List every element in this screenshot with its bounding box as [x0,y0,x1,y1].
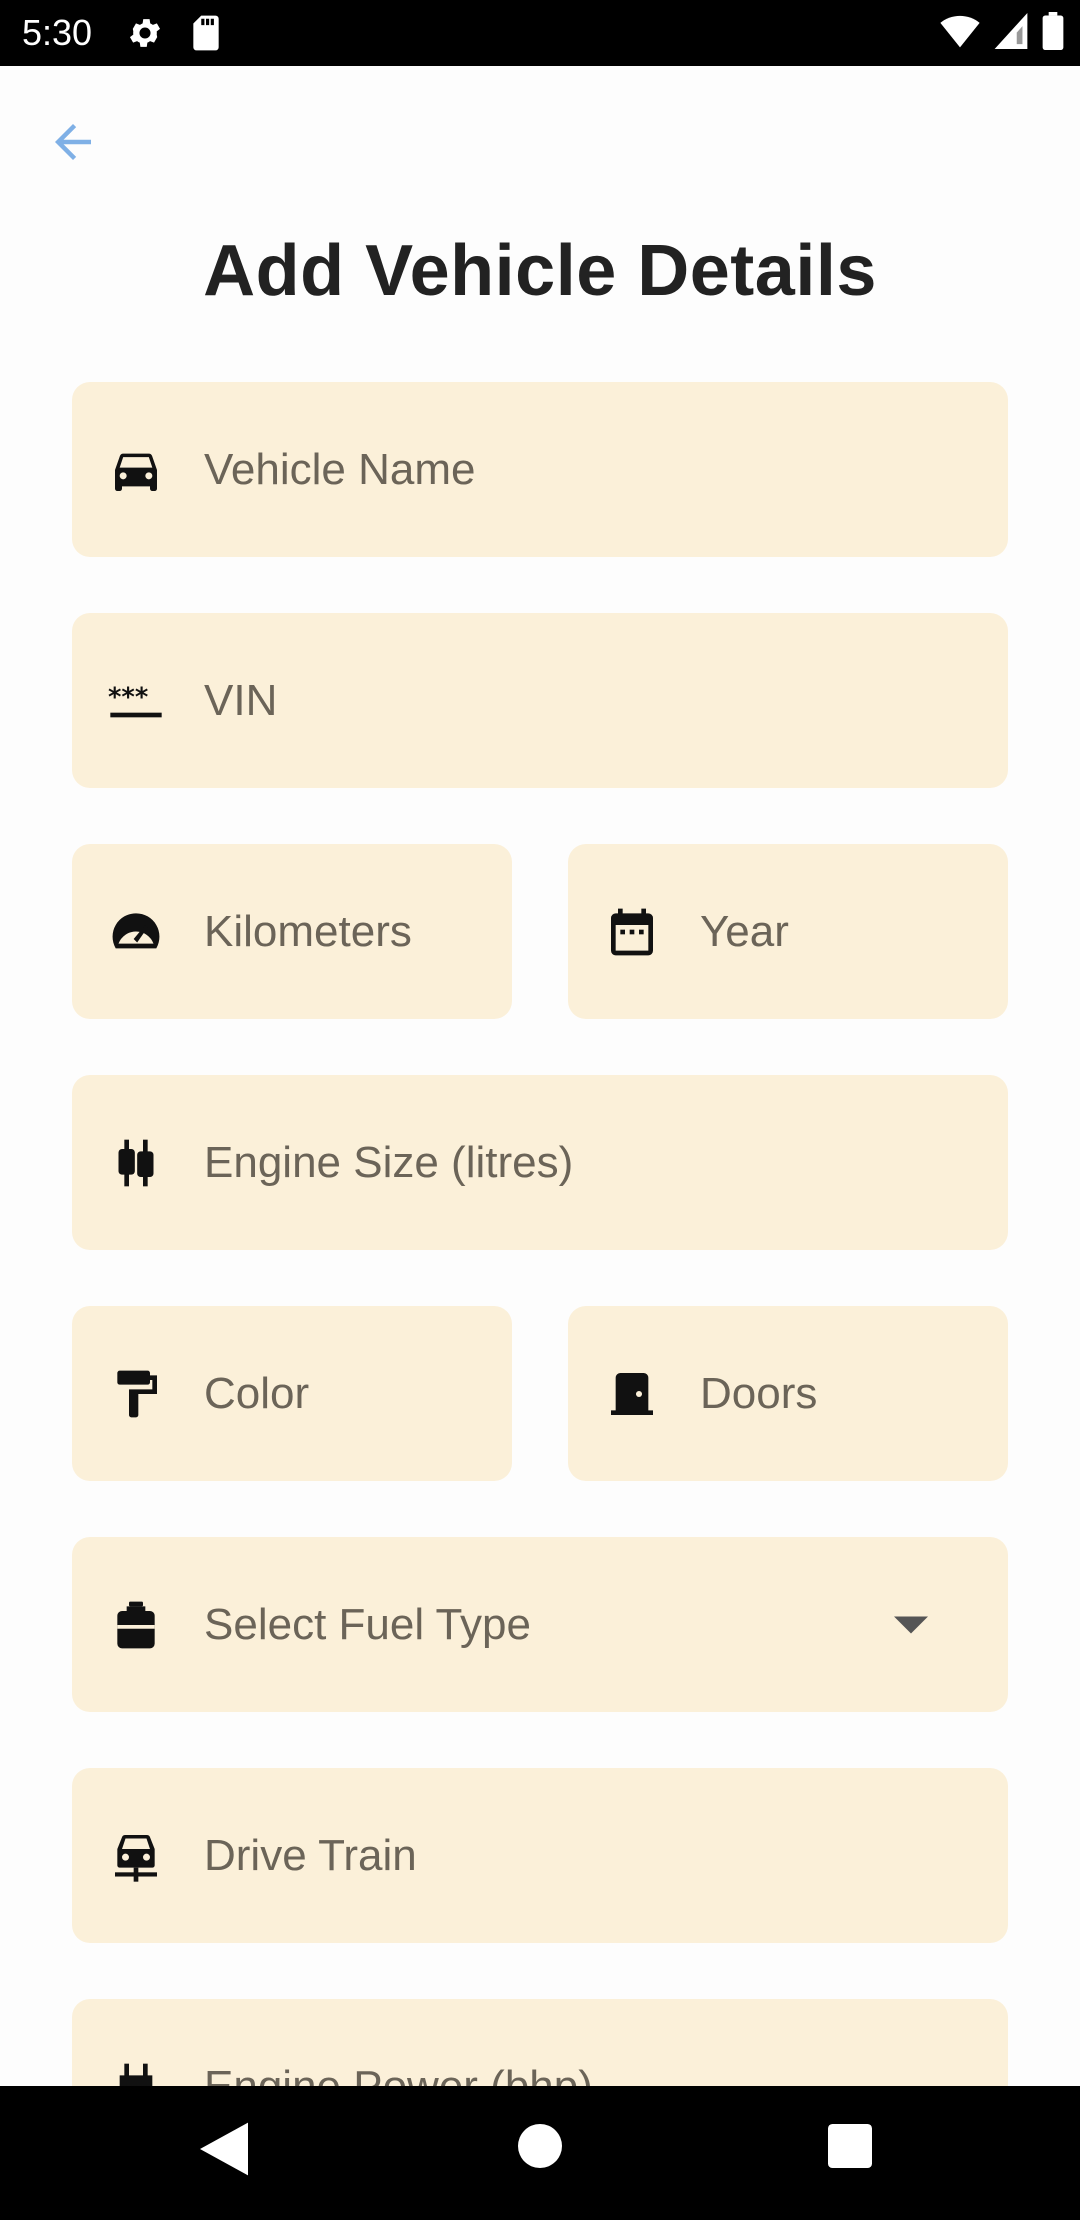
status-time: 5:30 [22,12,93,53]
fuel-can-icon [117,1601,155,1648]
kilometers-placeholder: Kilometers [204,906,412,956]
back-button[interactable] [46,115,108,177]
year-field[interactable]: Year [568,844,1008,1019]
fuel-type-dropdown[interactable]: Select Fuel Type [72,1537,1008,1712]
vin-placeholder: VIN [204,675,278,725]
vin-field[interactable]: *** VIN [72,613,1008,788]
password-icon: *** [108,682,162,717]
battery-icon [1042,12,1064,50]
nav-back-icon[interactable] [200,2122,248,2176]
page-title: Add Vehicle Details [203,231,877,311]
paint-roller-icon [117,1370,157,1417]
drive-train-placeholder: Drive Train [204,1830,417,1880]
nav-home-icon[interactable] [518,2124,562,2168]
drive-train-field[interactable]: Drive Train [72,1768,1008,1943]
vehicle-name-placeholder: Vehicle Name [204,444,476,494]
sd-card-icon [193,15,219,51]
engine-size-field[interactable]: Engine Size (litres) [72,1075,1008,1250]
signal-icon [994,13,1028,49]
speedometer-icon [112,912,160,948]
fuel-type-placeholder: Select Fuel Type [204,1599,531,1649]
car-icon [115,453,157,491]
doors-placeholder: Doors [700,1368,818,1418]
settings-icon [129,19,161,47]
color-field[interactable]: Color [72,1306,512,1481]
door-icon [611,1372,653,1415]
drive-train-icon [115,1834,157,1882]
arrow-back-icon [55,124,91,160]
status-bar: 5:30 [0,0,1080,66]
engine-size-placeholder: Engine Size (litres) [204,1137,574,1187]
caret-down-icon [894,1616,928,1633]
doors-field[interactable]: Doors [568,1306,1008,1481]
year-placeholder: Year [700,906,789,956]
svg-text:***: *** [108,682,148,712]
engine-icon [118,1139,154,1186]
wifi-icon [940,15,980,48]
calendar-icon [611,908,653,955]
nav-recents-icon[interactable] [828,2124,872,2168]
kilometers-field[interactable]: Kilometers [72,844,512,1019]
vehicle-name-field[interactable]: Vehicle Name [72,382,1008,557]
navigation-bar [0,2086,1080,2220]
color-placeholder: Color [204,1368,310,1418]
